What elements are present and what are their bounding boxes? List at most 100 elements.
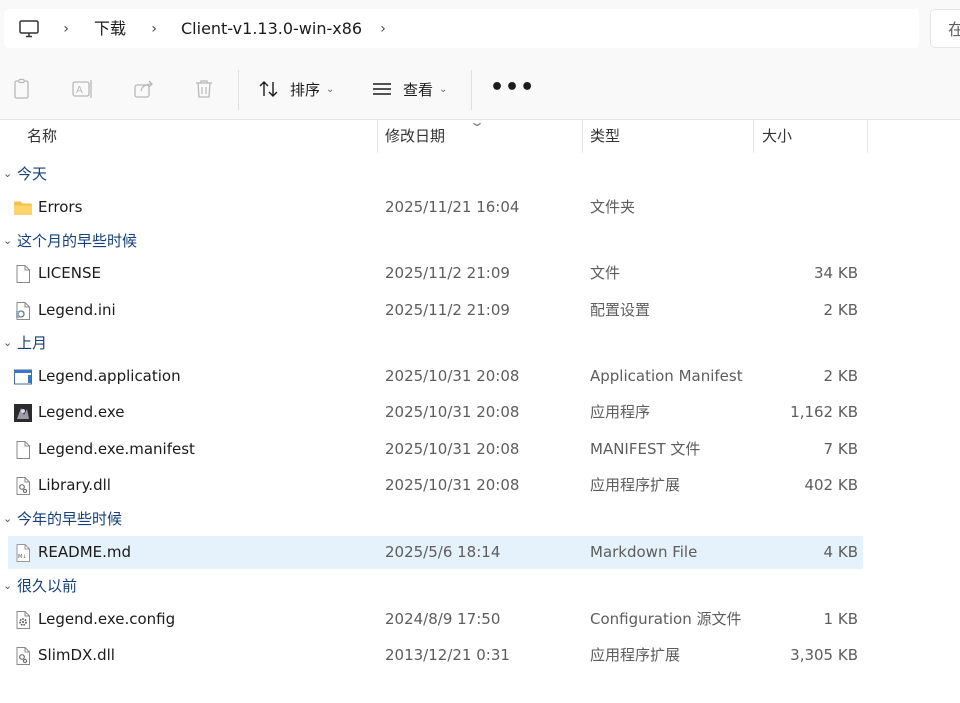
file-row-license[interactable]: LICENSE 2025/11/2 21:09 文件 34 KB [8, 257, 863, 290]
breadcrumb-downloads[interactable]: 下载 [94, 18, 126, 40]
chevron-down-icon: ⌄ [3, 512, 13, 525]
file-size: 2 KB [823, 367, 858, 385]
file-type: Markdown File [590, 543, 698, 561]
share-icon[interactable] [132, 77, 156, 101]
column-header-date-modified[interactable]: 修改日期 [385, 120, 445, 153]
this-pc-icon[interactable] [18, 18, 40, 40]
file-name: Legend.application [38, 367, 181, 385]
file-type: Configuration 源文件 [590, 610, 742, 628]
file-icon [16, 441, 30, 459]
file-size: 3,305 KB [790, 646, 858, 664]
address-bar[interactable]: › 下载 › Client-v1.13.0-win-x86 › [4, 9, 919, 48]
application-manifest-icon [14, 369, 32, 385]
file-row-errors[interactable]: Errors 2025/11/21 16:04 文件夹 [8, 191, 863, 224]
sort-menu-button[interactable]: 排序 ⌄ [258, 76, 334, 102]
file-name: Legend.exe.manifest [38, 440, 195, 458]
file-name: Legend.exe [38, 403, 125, 421]
sort-label: 排序 [290, 80, 321, 99]
file-type: 文件 [590, 264, 621, 282]
column-divider[interactable] [377, 120, 378, 153]
chevron-down-icon: ⌄ [439, 83, 448, 95]
column-header-size[interactable]: 大小 [762, 120, 792, 153]
file-row-legend-exe[interactable]: Legend.exe 2025/10/31 20:08 应用程序 1,162 K… [8, 396, 863, 429]
chevron-down-icon: ⌄ [3, 167, 13, 180]
file-date: 2025/5/6 18:14 [385, 543, 501, 561]
file-size: 402 KB [804, 476, 858, 494]
file-date: 2025/10/31 20:08 [385, 440, 520, 458]
file-date: 2025/11/21 16:04 [385, 198, 520, 216]
command-bar: A 排序 ⌄ 查看 ⌄ ••• [0, 58, 960, 120]
group-label: 很久以前 [17, 577, 78, 595]
chevron-down-icon: ⌄ [326, 83, 335, 95]
dll-file-icon [16, 477, 30, 495]
file-name: README.md [38, 543, 132, 561]
file-date: 2025/10/31 20:08 [385, 476, 520, 494]
file-row-legend-exe-config[interactable]: Legend.exe.config 2024/8/9 17:50 Configu… [8, 603, 863, 636]
file-name: LICENSE [38, 264, 101, 282]
chevron-down-icon: ⌄ [3, 579, 13, 592]
file-type: 应用程序 [590, 403, 651, 421]
file-type: 文件夹 [590, 198, 636, 216]
file-date: 2013/12/21 0:31 [385, 646, 510, 664]
file-size: 1 KB [823, 610, 858, 628]
file-type: Application Manifest [590, 367, 743, 385]
folder-icon [14, 201, 32, 215]
column-header-name[interactable]: 名称 [27, 120, 57, 153]
column-header-type[interactable]: 类型 [590, 120, 620, 153]
file-name: SlimDX.dll [38, 646, 115, 664]
file-name: Legend.ini [38, 301, 116, 319]
file-date: 2024/8/9 17:50 [385, 610, 501, 628]
svg-text:M↓: M↓ [18, 554, 27, 560]
dll-file-icon [16, 647, 30, 665]
group-label: 上月 [17, 334, 48, 352]
ini-file-icon [16, 302, 30, 320]
chevron-right-icon[interactable]: › [375, 18, 391, 40]
column-divider[interactable] [582, 120, 583, 153]
search-placeholder: 在 [948, 20, 960, 39]
address-area: › 下载 › Client-v1.13.0-win-x86 › 在 [0, 0, 960, 58]
more-options-icon[interactable]: ••• [490, 77, 535, 99]
file-type: 配置设置 [590, 301, 651, 319]
file-size: 4 KB [823, 543, 858, 561]
config-file-icon [16, 611, 30, 629]
view-menu-button[interactable]: 查看 ⌄ [371, 76, 447, 102]
file-date: 2025/10/31 20:08 [385, 403, 520, 421]
column-divider[interactable] [753, 120, 754, 153]
chevron-down-icon: ⌄ [3, 234, 13, 247]
file-size: 2 KB [823, 301, 858, 319]
chevron-right-icon[interactable]: › [146, 18, 162, 40]
file-row-slimdx-dll[interactable]: SlimDX.dll 2013/12/21 0:31 应用程序扩展 3,305 … [8, 639, 863, 672]
group-label: 今天 [17, 165, 48, 183]
chevron-right-icon[interactable]: › [58, 18, 74, 40]
chevron-down-icon: ⌄ [3, 336, 13, 349]
file-row-readme-md[interactable]: M↓ README.md 2025/5/6 18:14 Markdown Fil… [8, 536, 863, 569]
markdown-file-icon: M↓ [16, 544, 30, 562]
svg-text:A: A [76, 85, 83, 96]
file-type: MANIFEST 文件 [590, 440, 701, 458]
delete-icon[interactable] [192, 77, 216, 101]
file-type: 应用程序扩展 [590, 476, 681, 494]
file-row-legend-exe-manifest[interactable]: Legend.exe.manifest 2025/10/31 20:08 MAN… [8, 433, 863, 466]
column-divider[interactable] [867, 120, 868, 153]
file-size: 1,162 KB [790, 403, 858, 421]
group-label: 今年的早些时候 [17, 510, 123, 528]
file-row-legend-application[interactable]: Legend.application 2025/10/31 20:08 Appl… [8, 360, 863, 393]
file-date: 2025/11/2 21:09 [385, 264, 510, 282]
view-label: 查看 [403, 80, 434, 99]
search-input[interactable]: 在 [930, 9, 960, 48]
rename-icon[interactable]: A [71, 77, 95, 101]
exe-app-icon [14, 404, 32, 422]
file-name: Errors [38, 198, 83, 216]
file-name: Legend.exe.config [38, 610, 176, 628]
sort-icon [259, 81, 278, 97]
file-row-library-dll[interactable]: Library.dll 2025/10/31 20:08 应用程序扩展 402 … [8, 469, 863, 502]
file-size: 34 KB [814, 264, 858, 282]
file-date: 2025/11/2 21:09 [385, 301, 510, 319]
paste-icon[interactable] [10, 77, 34, 101]
view-list-icon [373, 83, 391, 95]
file-row-legend-ini[interactable]: Legend.ini 2025/11/2 21:09 配置设置 2 KB [8, 294, 863, 327]
file-icon [16, 265, 30, 283]
breadcrumb-current-folder[interactable]: Client-v1.13.0-win-x86 [181, 18, 362, 40]
file-name: Library.dll [38, 476, 111, 494]
file-date: 2025/10/31 20:08 [385, 367, 520, 385]
